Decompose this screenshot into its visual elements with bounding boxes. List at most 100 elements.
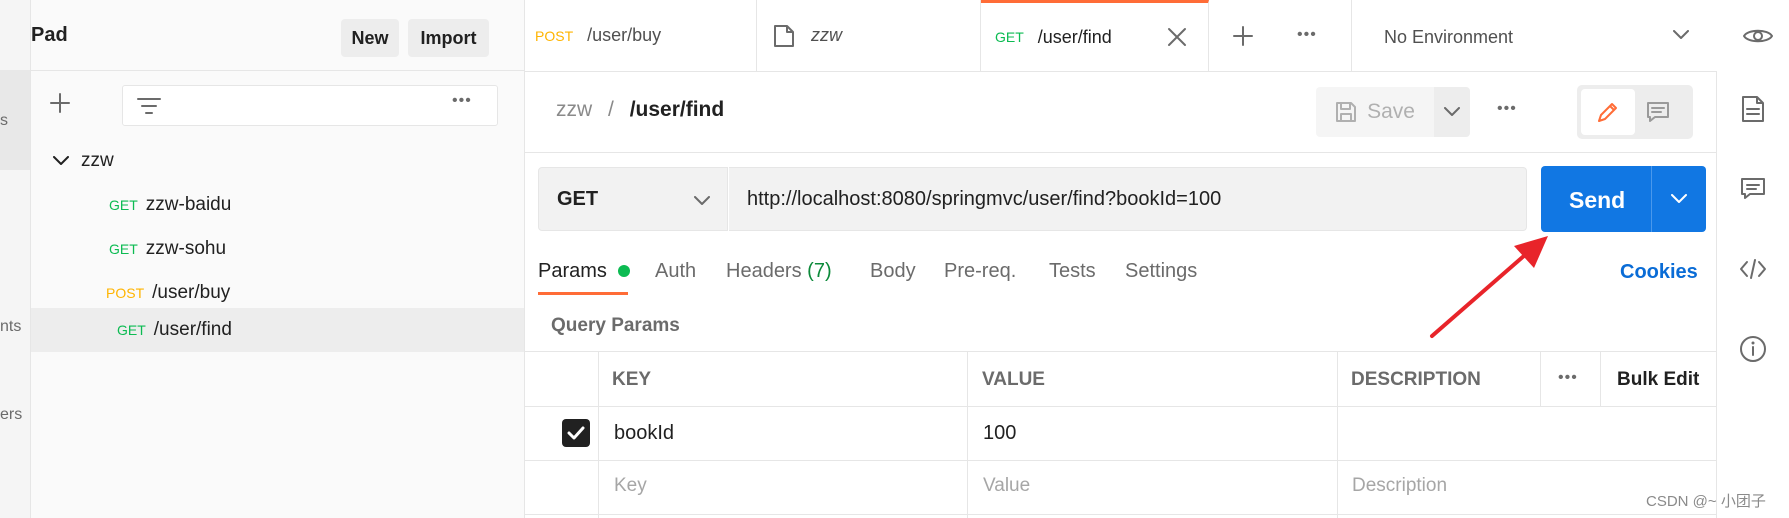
comment-icon[interactable]	[1737, 173, 1769, 205]
method-badge: GET	[995, 29, 1024, 45]
save-dropdown-button[interactable]	[1434, 87, 1470, 137]
url-input[interactable]: http://localhost:8080/springmvc/user/fin…	[729, 167, 1527, 231]
workspace-name: Pad	[31, 24, 68, 46]
request-name: /user/buy	[152, 282, 231, 303]
collection-zzw[interactable]: zzw	[51, 139, 524, 183]
tab-prereq[interactable]: Pre-req.	[944, 260, 1016, 283]
comment-icon	[1646, 100, 1670, 124]
request-more-icon[interactable]: •••	[1497, 100, 1517, 118]
query-params-title: Query Params	[551, 315, 680, 336]
watermark: CSDN @~ 小团子	[1646, 493, 1766, 510]
annotation-arrow	[1430, 236, 1548, 338]
breadcrumb-separator: /	[608, 98, 614, 121]
tab-user-find[interactable]: GET /user/find	[981, 0, 1209, 71]
tab-zzw[interactable]: zzw	[757, 0, 981, 71]
request-item-user-find[interactable]: GET /user/find	[31, 308, 524, 352]
table-border	[525, 460, 1716, 461]
edit-mode-button[interactable]	[1581, 89, 1635, 135]
tab-title: /user/buy	[587, 25, 662, 45]
method-select[interactable]: GET	[538, 167, 728, 231]
bulk-edit-button[interactable]: Bulk Edit	[1617, 369, 1699, 391]
new-param-key-input[interactable]: Key	[614, 475, 647, 497]
column-header-key: KEY	[612, 369, 652, 390]
table-col-divider	[967, 351, 968, 518]
chevron-down-icon	[51, 151, 71, 171]
request-name: /user/find	[153, 319, 232, 340]
tab-headers-label: Headers	[726, 260, 802, 282]
rail-item-history[interactable]: ers	[0, 406, 22, 424]
chevron-down-icon	[693, 194, 711, 208]
rail-item-label: s	[0, 112, 8, 129]
method-badge: GET	[109, 241, 138, 257]
pencil-icon	[1596, 100, 1620, 124]
breadcrumb-collection[interactable]: zzw	[556, 98, 592, 121]
tab-headers[interactable]: Headers (7)	[726, 260, 832, 283]
environment-select[interactable]: No Environment	[1352, 0, 1723, 71]
document-icon	[773, 24, 795, 48]
column-header-value: VALUE	[982, 369, 1045, 390]
right-rail	[1716, 71, 1789, 518]
collection-name: zzw	[81, 150, 114, 171]
info-icon[interactable]	[1737, 333, 1769, 365]
tab-settings[interactable]: Settings	[1125, 260, 1197, 283]
tab-user-buy[interactable]: POST /user/buy	[525, 0, 757, 71]
new-tab-plus-icon[interactable]	[1229, 22, 1257, 50]
send-label: Send	[1569, 187, 1626, 213]
request-item-zzw-sohu[interactable]: GET zzw-sohu	[109, 227, 524, 271]
code-icon[interactable]	[1737, 253, 1769, 285]
eye-icon[interactable]	[1741, 22, 1775, 50]
new-param-description-input[interactable]: Description	[1352, 475, 1447, 497]
close-icon[interactable]	[1165, 25, 1189, 49]
tab-tests[interactable]: Tests	[1049, 260, 1096, 283]
tab-bar: POST /user/buy zzw GET /user/find ••• No…	[525, 0, 1789, 72]
active-tab-underline	[538, 292, 628, 295]
new-button[interactable]: New	[341, 19, 399, 57]
search-input[interactable]	[122, 85, 498, 126]
tab-title: /user/find	[1037, 26, 1112, 47]
column-header-description: DESCRIPTION	[1351, 369, 1481, 390]
filter-icon	[135, 92, 163, 120]
cookies-link[interactable]: Cookies	[1620, 261, 1698, 284]
new-param-value-input[interactable]: Value	[983, 475, 1030, 497]
params-active-dot	[618, 265, 631, 277]
param-key-cell[interactable]: bookId	[614, 422, 674, 445]
param-description-cell[interactable]	[1338, 407, 1716, 460]
param-value-cell[interactable]: 100	[983, 422, 1016, 445]
param-checkbox[interactable]	[562, 419, 590, 447]
rail-item-environments[interactable]: nts	[0, 318, 21, 336]
table-col-divider	[1600, 351, 1601, 406]
tab-title: zzw	[811, 25, 842, 45]
tab-auth[interactable]: Auth	[655, 260, 696, 283]
comment-mode-button[interactable]	[1641, 95, 1675, 129]
sidebar-divider	[31, 70, 524, 71]
request-item-zzw-baidu[interactable]: GET zzw-baidu	[109, 183, 524, 227]
chevron-down-icon	[1671, 194, 1687, 204]
breadcrumb-request-name[interactable]: /user/find	[630, 98, 725, 121]
method-badge: GET	[109, 197, 138, 213]
table-border-top	[525, 351, 1716, 352]
tabs-more-icon[interactable]: •••	[1297, 26, 1317, 44]
send-dropdown-button[interactable]	[1652, 166, 1706, 232]
import-button[interactable]: Import	[408, 19, 489, 57]
tab-body[interactable]: Body	[870, 260, 916, 283]
table-border	[525, 514, 1716, 515]
chevron-down-icon	[1444, 107, 1460, 117]
rail-item-collections[interactable]: s	[0, 70, 30, 170]
tab-params[interactable]: Params	[538, 260, 631, 283]
headers-count: (7)	[807, 260, 832, 282]
tab-params-label: Params	[538, 260, 607, 282]
table-col-divider	[598, 351, 599, 518]
method-value: GET	[557, 188, 599, 210]
document-icon[interactable]	[1737, 93, 1769, 125]
header-divider	[525, 152, 1716, 153]
method-badge: GET	[117, 322, 146, 338]
table-more-icon[interactable]: •••	[1558, 369, 1578, 387]
request-name: zzw-sohu	[145, 238, 227, 259]
breadcrumb: zzw / /user/find	[556, 98, 724, 122]
save-button[interactable]: Save	[1316, 87, 1434, 137]
save-icon	[1335, 101, 1357, 123]
more-icon[interactable]: •••	[452, 92, 472, 110]
plus-icon[interactable]	[45, 88, 75, 118]
table-col-divider	[1540, 351, 1541, 406]
request-name: zzw-baidu	[145, 194, 232, 215]
